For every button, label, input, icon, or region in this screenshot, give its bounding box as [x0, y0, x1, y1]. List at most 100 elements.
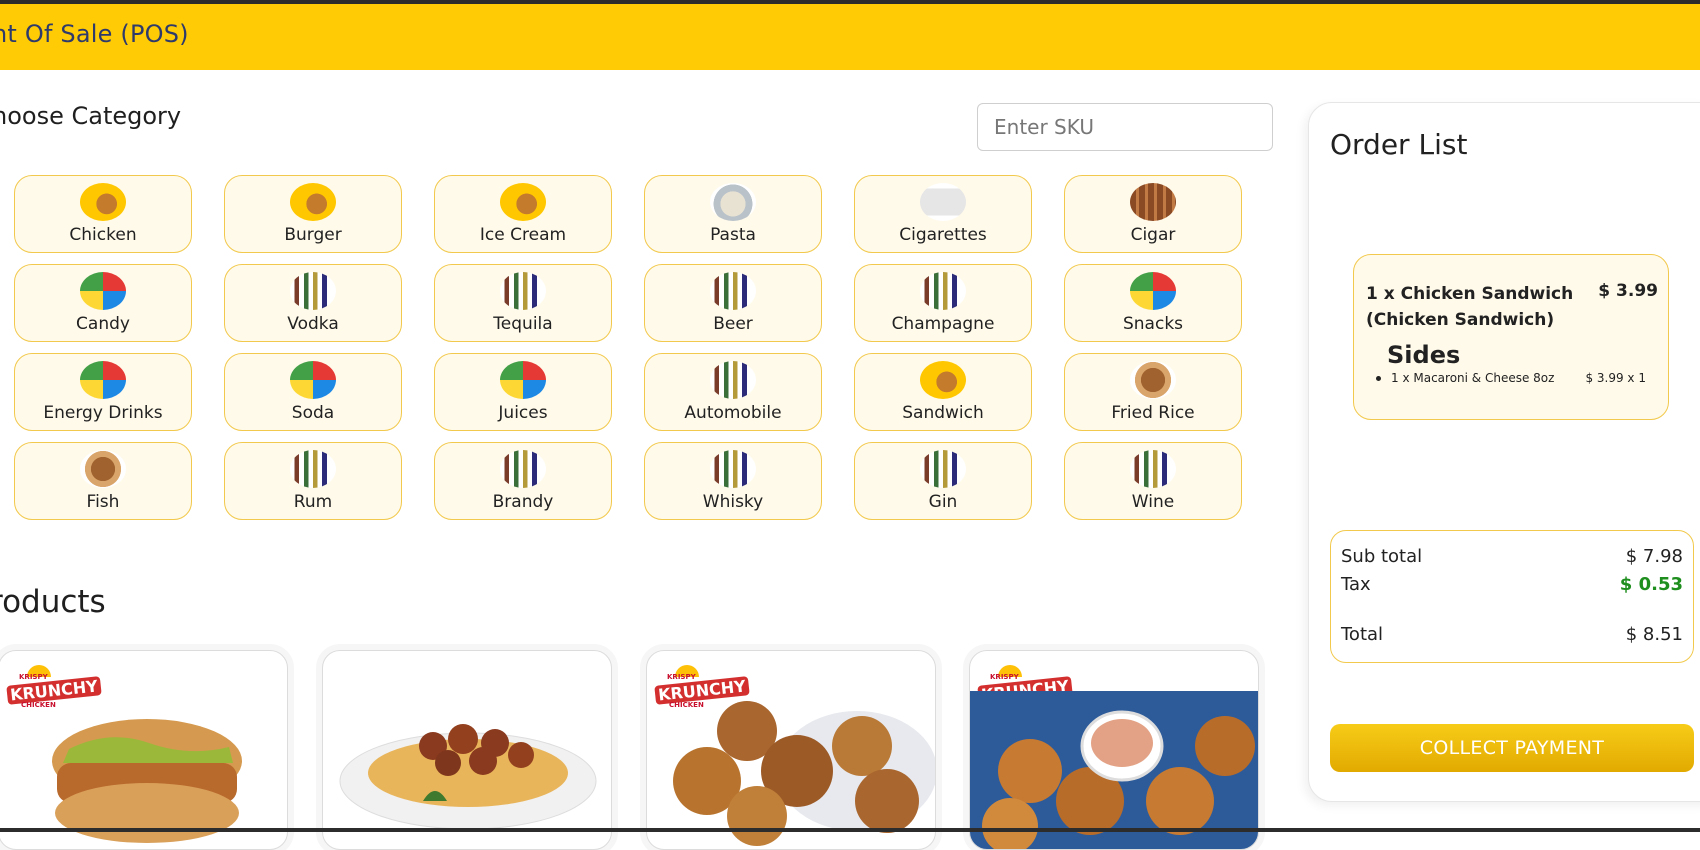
category-fish[interactable]: Fish — [14, 442, 192, 520]
products-section-title: roducts — [0, 584, 106, 620]
category-label: Soda — [291, 403, 335, 423]
chicken-icon — [80, 183, 126, 221]
soda-icon — [290, 361, 336, 399]
category-chicken[interactable]: Chicken — [14, 175, 192, 253]
category-candy[interactable]: Candy — [14, 264, 192, 342]
pasta-icon — [710, 183, 756, 221]
wine-icon — [1130, 450, 1176, 488]
category-burger[interactable]: Burger — [224, 175, 402, 253]
category-label: Beer — [713, 314, 753, 334]
category-pasta[interactable]: Pasta — [644, 175, 822, 253]
category-snacks[interactable]: Snacks — [1064, 264, 1242, 342]
energy-drinks-icon — [80, 361, 126, 399]
gin-icon — [920, 450, 966, 488]
brandy-icon — [500, 450, 546, 488]
category-label: Energy Drinks — [43, 403, 163, 423]
category-label: Automobile — [684, 403, 782, 423]
beer-icon — [710, 272, 756, 310]
sides-title: Sides — [1387, 341, 1461, 369]
category-sandwich[interactable]: Sandwich — [854, 353, 1032, 431]
category-grid: Chicken Burger Ice Cream Pasta Cigarette… — [14, 175, 1244, 520]
category-ice-cream[interactable]: Ice Cream — [434, 175, 612, 253]
category-label: Vodka — [287, 314, 339, 334]
category-label: Sandwich — [902, 403, 984, 423]
tax-label: Tax — [1341, 574, 1371, 595]
cigarettes-icon — [920, 183, 966, 221]
snacks-icon — [1130, 272, 1176, 310]
bottom-border — [0, 828, 1700, 832]
subtotal-value: $ 7.98 — [1625, 546, 1683, 567]
category-label: Juices — [498, 403, 548, 423]
category-label: Cigarettes — [899, 225, 987, 245]
side-item-name: 1 x Macaroni & Cheese 8oz — [1391, 371, 1555, 385]
chicken-tenders-dip-image — [970, 691, 1258, 849]
sku-input[interactable] — [977, 103, 1273, 151]
order-item-name: 1 x Chicken Sandwich (Chicken Sandwich) — [1366, 284, 1574, 330]
fried-rice-icon — [1130, 361, 1176, 399]
product-card[interactable] — [322, 650, 612, 850]
whisky-icon — [710, 450, 756, 488]
product-card[interactable]: KRISPY KRUNCHY CHICKEN — [0, 650, 288, 850]
product-card[interactable]: KRISPY KRUNCHY CHICKEN — [646, 650, 936, 850]
vodka-icon — [290, 272, 336, 310]
bullet-icon — [1376, 376, 1381, 381]
chicken-sandwich-image — [52, 719, 242, 843]
category-label: Whisky — [702, 492, 764, 512]
category-label: Rum — [293, 492, 333, 512]
order-list-title: Order List — [1330, 128, 1468, 161]
category-label: Snacks — [1122, 314, 1184, 334]
category-gin[interactable]: Gin — [854, 442, 1032, 520]
category-label: Fish — [86, 492, 120, 512]
category-tequila[interactable]: Tequila — [434, 264, 612, 342]
total-value: $ 8.51 — [1625, 624, 1683, 645]
collect-payment-button[interactable]: COLLECT PAYMENT — [1330, 724, 1694, 772]
category-soda[interactable]: Soda — [224, 353, 402, 431]
category-cigar[interactable]: Cigar — [1064, 175, 1242, 253]
category-fried-rice[interactable]: Fried Rice — [1064, 353, 1242, 431]
order-item[interactable]: 1 x Chicken Sandwich (Chicken Sandwich) … — [1353, 254, 1669, 420]
category-vodka[interactable]: Vodka — [224, 264, 402, 342]
tax-row: Tax $ 0.53 — [1341, 574, 1683, 595]
category-cigarettes[interactable]: Cigarettes — [854, 175, 1032, 253]
category-label: Burger — [284, 225, 342, 245]
category-label: Fried Rice — [1111, 403, 1195, 423]
category-automobile[interactable]: Automobile — [644, 353, 822, 431]
category-section-title: hoose Category — [0, 102, 182, 130]
category-beer[interactable]: Beer — [644, 264, 822, 342]
cigar-icon — [1130, 183, 1176, 221]
order-panel — [1308, 102, 1700, 802]
candy-icon — [80, 272, 126, 310]
app-title: nt Of Sale (POS) — [0, 20, 189, 48]
category-whisky[interactable]: Whisky — [644, 442, 822, 520]
champagne-icon — [920, 272, 966, 310]
category-juices[interactable]: Juices — [434, 353, 612, 431]
totals-box: Sub total $ 7.98 Tax $ 0.53 Total $ 8.51 — [1330, 530, 1694, 663]
category-label: Chicken — [69, 225, 137, 245]
category-label: Tequila — [493, 314, 553, 334]
category-energy-drinks[interactable]: Energy Drinks — [14, 353, 192, 431]
category-label: Brandy — [492, 492, 554, 512]
category-label: Gin — [928, 492, 958, 512]
category-rum[interactable]: Rum — [224, 442, 402, 520]
category-wine[interactable]: Wine — [1064, 442, 1242, 520]
tax-value: $ 0.53 — [1619, 574, 1683, 595]
fried-chicken-basket-image — [673, 701, 935, 846]
total-row: Total $ 8.51 — [1341, 624, 1683, 645]
fish-icon — [80, 450, 126, 488]
category-label: Cigar — [1130, 225, 1176, 245]
order-item-price: $ 3.99 — [1598, 281, 1658, 301]
side-item: 1 x Macaroni & Cheese 8oz $ 3.99 x 1 — [1376, 371, 1646, 385]
category-label: Candy — [76, 314, 130, 334]
rum-icon — [290, 450, 336, 488]
tequila-icon — [500, 272, 546, 310]
category-label: Pasta — [710, 225, 756, 245]
juices-icon — [500, 361, 546, 399]
subtotal-label: Sub total — [1341, 546, 1423, 567]
category-champagne[interactable]: Champagne — [854, 264, 1032, 342]
product-card[interactable]: KRISPY KRUNCHY CHICKEN — [969, 650, 1259, 850]
spaghetti-meatballs-image — [339, 724, 597, 830]
automobile-icon — [710, 361, 756, 399]
category-brandy[interactable]: Brandy — [434, 442, 612, 520]
ice-cream-icon — [500, 183, 546, 221]
side-item-price: $ 3.99 x 1 — [1585, 371, 1646, 385]
